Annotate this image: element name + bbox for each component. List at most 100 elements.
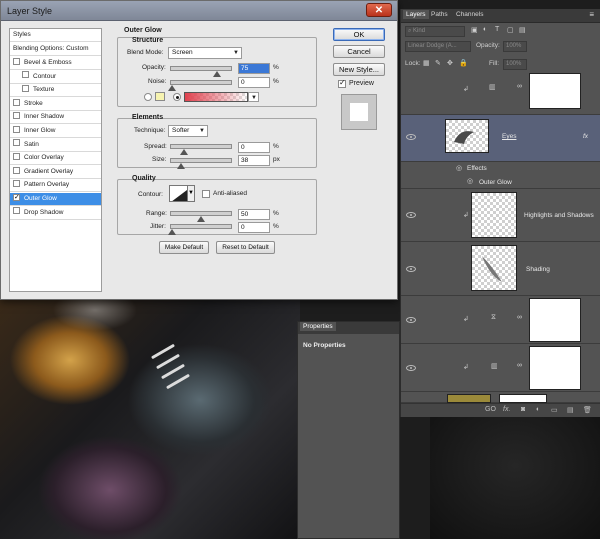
opacity-input[interactable]: 75 <box>238 63 270 74</box>
jitter-input[interactable]: 0 <box>238 222 270 233</box>
new-style-button[interactable]: New Style... <box>333 63 385 76</box>
styles-item-outer-glow[interactable]: Outer Glow <box>10 192 101 206</box>
layer-thumbnail[interactable] <box>445 119 489 153</box>
styles-item-bevel-emboss[interactable]: Bevel & Emboss <box>10 57 101 70</box>
lock-all-icon[interactable]: 🔒 <box>459 59 468 67</box>
opacity-slider[interactable] <box>170 66 232 71</box>
blend-mode-select[interactable]: Screen ▼ <box>168 47 242 59</box>
solid-color-radio[interactable] <box>144 93 152 101</box>
shape-filter-icon[interactable]: ▢ <box>507 26 514 34</box>
layer-row-selected[interactable]: Eyes fx <box>401 115 600 162</box>
tab-paths[interactable]: Paths <box>431 11 448 18</box>
layer-thumbnail[interactable] <box>471 245 517 291</box>
blending-options-item[interactable]: Blending Options: Custom <box>10 43 101 56</box>
opacity-slider-thumb[interactable] <box>213 71 221 77</box>
new-group-icon[interactable]: ▭ <box>551 406 558 414</box>
styles-item-contour[interactable]: Contour <box>10 71 101 84</box>
tab-channels[interactable]: Channels <box>456 11 483 18</box>
fx-icon[interactable]: fx <box>583 133 588 140</box>
range-input[interactable]: 50 <box>238 209 270 220</box>
ok-button[interactable]: OK <box>333 28 385 41</box>
anti-aliased-checkbox[interactable] <box>202 190 210 198</box>
tab-properties[interactable]: Properties <box>300 322 336 331</box>
styles-item-gradient-overlay[interactable]: Gradient Overlay <box>10 166 101 179</box>
spread-input[interactable]: 0 <box>238 142 270 153</box>
layer-row-partial[interactable] <box>401 392 600 403</box>
new-adjustment-layer-icon[interactable]: ◐ <box>536 406 540 413</box>
styles-item-pattern-overlay[interactable]: Pattern Overlay <box>10 179 101 193</box>
style-checkbox[interactable] <box>13 57 20 65</box>
eye-icon[interactable] <box>406 365 416 371</box>
size-slider-thumb[interactable] <box>177 163 185 169</box>
blend-mode-select[interactable]: Linear Dodge (A... <box>405 41 471 52</box>
reset-to-default-button[interactable]: Reset to Default <box>216 241 275 254</box>
styles-header[interactable]: Styles <box>10 29 101 42</box>
new-layer-icon[interactable]: ▤ <box>567 406 574 414</box>
add-mask-icon[interactable]: ◙ <box>521 406 525 413</box>
preview-checkbox[interactable] <box>338 78 346 88</box>
gradient-picker-button[interactable]: ▼ <box>248 92 259 102</box>
link-layers-icon[interactable]: GO <box>485 406 496 413</box>
style-checkbox[interactable] <box>13 139 20 147</box>
eye-icon[interactable] <box>406 134 416 140</box>
styles-item-color-overlay[interactable]: Color Overlay <box>10 152 101 166</box>
pixel-filter-icon[interactable]: ▣ <box>471 26 478 34</box>
tab-layers[interactable]: Layers <box>403 10 429 19</box>
layer-row[interactable]: ↲ ⧖ ∞ <box>401 296 600 344</box>
styles-item-stroke[interactable]: Stroke <box>10 98 101 111</box>
glow-color-swatch[interactable] <box>155 92 165 101</box>
jitter-slider-thumb[interactable] <box>168 229 176 235</box>
dialog-titlebar[interactable]: Layer Style ✕ <box>1 1 397 21</box>
layer-name[interactable]: Highlights and Shadows <box>524 212 594 219</box>
lock-transparent-icon[interactable]: ▦ <box>423 59 430 67</box>
styles-item-drop-shadow[interactable]: Drop Shadow <box>10 207 101 220</box>
layer-row[interactable]: ↲ ▥ ∞ <box>401 344 600 392</box>
layer-mask-thumbnail[interactable] <box>529 298 581 342</box>
styles-item-inner-glow[interactable]: Inner Glow <box>10 125 101 138</box>
glow-gradient-swatch[interactable] <box>184 92 248 102</box>
filter-kind-select[interactable]: ⌕ Kind <box>405 26 465 37</box>
effects-row[interactable]: ◎ Effects <box>401 162 600 176</box>
range-slider-thumb[interactable] <box>197 216 205 222</box>
add-layer-style-icon[interactable]: fx. <box>503 406 510 413</box>
style-checkbox[interactable] <box>22 84 29 92</box>
eye-icon[interactable]: ◎ <box>467 177 473 185</box>
styles-item-texture[interactable]: Texture <box>10 84 101 98</box>
fill-input[interactable]: 100% <box>503 59 527 70</box>
trash-icon[interactable]: 🗑 <box>583 406 592 414</box>
noise-input[interactable]: 0 <box>238 77 270 88</box>
style-checkbox[interactable] <box>13 207 20 215</box>
noise-slider[interactable] <box>170 80 232 85</box>
type-filter-icon[interactable]: T <box>495 26 499 33</box>
style-checkbox[interactable] <box>13 152 20 160</box>
outer-glow-effect-row[interactable]: ◎ Outer Glow <box>401 176 600 189</box>
layer-name[interactable]: Shading <box>526 266 550 273</box>
size-input[interactable]: 38 <box>238 155 270 166</box>
layer-name[interactable]: Eyes <box>502 133 516 140</box>
style-checkbox[interactable] <box>22 71 29 79</box>
layer-mask-thumbnail[interactable] <box>529 346 581 390</box>
layer-thumbnail[interactable] <box>471 192 517 238</box>
lock-position-icon[interactable]: ✥ <box>447 59 453 67</box>
layer-row[interactable]: Shading <box>401 242 600 296</box>
close-icon[interactable]: ✕ <box>366 3 392 17</box>
cancel-button[interactable]: Cancel <box>333 45 385 58</box>
style-checkbox[interactable] <box>13 125 20 133</box>
layer-mask-thumbnail[interactable] <box>529 73 581 109</box>
technique-select[interactable]: Softer ▼ <box>168 125 208 137</box>
spread-slider-thumb[interactable] <box>180 149 188 155</box>
smart-object-filter-icon[interactable]: ▤ <box>519 26 526 34</box>
noise-slider-thumb[interactable] <box>168 85 176 91</box>
opacity-input[interactable]: 100% <box>503 41 527 52</box>
style-checkbox[interactable] <box>13 112 20 120</box>
layer-mask-thumbnail[interactable] <box>499 394 547 403</box>
style-checkbox[interactable] <box>13 98 20 106</box>
eye-icon[interactable] <box>406 212 416 218</box>
styles-item-inner-shadow[interactable]: Inner Shadow <box>10 111 101 125</box>
jitter-slider[interactable] <box>170 224 232 229</box>
lock-image-icon[interactable]: ✎ <box>435 59 441 67</box>
styles-item-satin[interactable]: Satin <box>10 139 101 152</box>
layer-row[interactable]: ↲ Highlights and Shadows <box>401 189 600 242</box>
eye-icon[interactable] <box>406 317 416 323</box>
adjustment-filter-icon[interactable]: ◐ <box>483 26 487 33</box>
